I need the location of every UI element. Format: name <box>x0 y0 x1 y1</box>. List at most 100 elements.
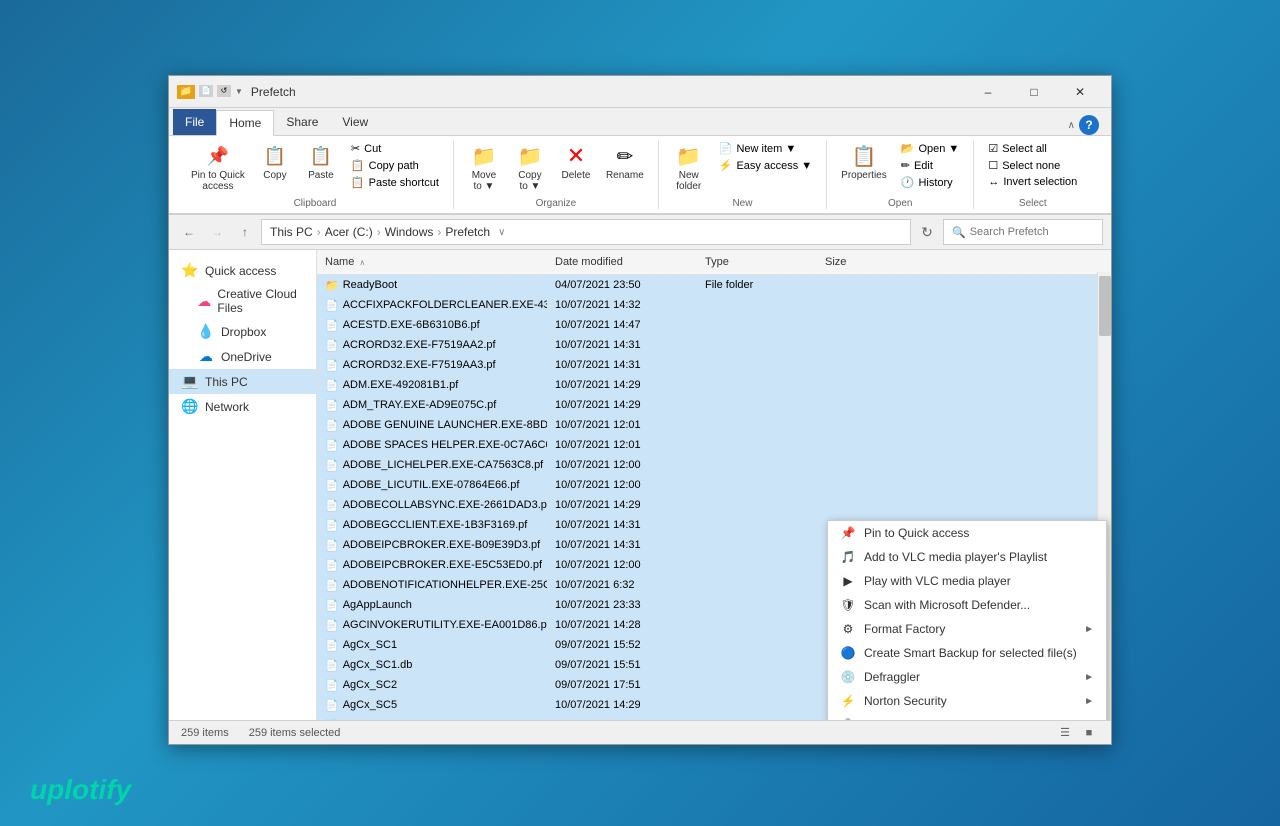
table-row[interactable]: 📄ADOBE_LICUTIL.EXE-07864E66.pf 10/07/202… <box>317 475 1111 495</box>
table-row[interactable]: 📄ADOBE SPACES HELPER.EXE-0C7A6C02.pf 10/… <box>317 435 1111 455</box>
select-none-button[interactable]: ☐ Select none <box>982 157 1083 174</box>
copy-path-button[interactable]: 📋 Copy path <box>345 157 445 174</box>
file-type-16 <box>697 604 817 606</box>
file-type-readyboot: File folder <box>697 278 817 292</box>
file-icon: 📄 <box>325 679 339 692</box>
table-row[interactable]: 📄ACRORD32.EXE-F7519AA2.pf 10/07/2021 14:… <box>317 335 1111 355</box>
ctx-smart-backup[interactable]: 🔵 Create Smart Backup for selected file(… <box>828 641 1106 665</box>
organize-items: 📁 Moveto ▼ 📁 Copyto ▼ ✕ Delete ✏ Rename <box>462 140 650 196</box>
tab-file[interactable]: File <box>173 109 216 135</box>
ctx-pin-label: Pin to Quick access <box>864 526 1094 540</box>
breadcrumb-bar[interactable]: This PC › Acer (C:) › Windows › Prefetch… <box>261 219 911 245</box>
new-item-button[interactable]: 📄 New item ▼ <box>713 140 818 157</box>
ctx-unlocker[interactable]: 🔓 Unlocker <box>828 713 1106 720</box>
ctx-play-vlc[interactable]: ▶ Play with VLC media player <box>828 569 1106 593</box>
help-button[interactable]: ? <box>1079 115 1099 135</box>
rename-button[interactable]: ✏ Rename <box>600 140 650 185</box>
table-row[interactable]: 📁ReadyBoot 04/07/2021 23:50 File folder <box>317 275 1111 295</box>
table-row[interactable]: 📄ADOBECOLLABSYNC.EXE-2661DAD3.pf 10/07/2… <box>317 495 1111 515</box>
new-folder-button[interactable]: 📁 Newfolder <box>667 140 711 196</box>
table-row[interactable]: 📄ADOBE_LICHELPER.EXE-CA7563C8.pf 10/07/2… <box>317 455 1111 475</box>
copy-button[interactable]: 📋 Copy <box>253 140 297 185</box>
history-button[interactable]: 🕐 History <box>895 174 966 191</box>
breadcrumb-this-pc[interactable]: This PC <box>270 225 313 239</box>
paste-label: Paste <box>308 170 334 181</box>
ctx-pin-quick-access[interactable]: 📌 Pin to Quick access <box>828 521 1106 545</box>
easy-access-button[interactable]: ⚡ Easy access ▼ <box>713 157 818 174</box>
properties-button[interactable]: 📋 Properties <box>835 140 893 185</box>
select-all-button[interactable]: ☑ Select all <box>982 140 1083 157</box>
ctx-scan-defender[interactable]: 🛡 Scan with Microsoft Defender... <box>828 593 1106 617</box>
select-items: ☑ Select all ☐ Select none ↔ Invert sele… <box>982 140 1083 196</box>
table-row[interactable]: 📄ACESTD.EXE-6B6310B6.pf 10/07/2021 14:47 <box>317 315 1111 335</box>
file-name-3: 📄ACRORD32.EXE-F7519AA2.pf <box>317 338 547 353</box>
sidebar-label-quick-access: Quick access <box>205 264 276 278</box>
select-label: Select <box>1019 198 1047 209</box>
sidebar-item-onedrive[interactable]: ☁ OneDrive <box>169 344 316 369</box>
paste-icon: 📋 <box>310 144 332 168</box>
sidebar-item-this-pc[interactable]: 💻 This PC <box>169 369 316 394</box>
up-button[interactable]: ↑ <box>233 220 257 244</box>
scrollbar-thumb[interactable] <box>1099 276 1111 336</box>
file-name-7: 📄ADOBE GENUINE LAUNCHER.EXE-8BD95... <box>317 418 547 433</box>
minimize-button[interactable]: – <box>965 76 1011 108</box>
edit-button[interactable]: ✏ Edit <box>895 157 966 174</box>
file-icon: 📄 <box>325 719 339 721</box>
open-button[interactable]: 📂 Open ▼ <box>895 140 966 157</box>
col-header-type[interactable]: Type <box>697 254 817 270</box>
table-row[interactable]: 📄ACRORD32.EXE-F7519AA3.pf 10/07/2021 14:… <box>317 355 1111 375</box>
sidebar-item-quick-access[interactable]: ⭐ Quick access <box>169 258 316 283</box>
ctx-format-factory[interactable]: ⚙ Format Factory ► <box>828 617 1106 641</box>
file-type-18 <box>697 644 817 646</box>
copy-to-button[interactable]: 📁 Copyto ▼ <box>508 140 552 196</box>
table-row[interactable]: 📄ADOBE GENUINE LAUNCHER.EXE-8BD95... 10/… <box>317 415 1111 435</box>
sidebar-item-dropbox[interactable]: 💧 Dropbox <box>169 319 316 344</box>
tab-home[interactable]: Home <box>216 110 274 136</box>
maximize-button[interactable]: □ <box>1011 76 1057 108</box>
refresh-button[interactable]: ↻ <box>915 220 939 244</box>
collapse-ribbon-btn[interactable]: ∧ <box>1068 120 1075 131</box>
breadcrumb-windows[interactable]: Windows <box>385 225 434 239</box>
file-date-20: 09/07/2021 17:51 <box>547 678 697 692</box>
tab-share[interactable]: Share <box>274 109 330 135</box>
close-button[interactable]: ✕ <box>1057 76 1103 108</box>
copy-path-icon: 📋 <box>351 159 365 172</box>
col-header-name[interactable]: Name ∧ <box>317 254 547 270</box>
pin-to-quick-access-button[interactable]: 📌 Pin to Quickaccess <box>185 140 251 196</box>
ctx-norton[interactable]: ⚡ Norton Security ► <box>828 689 1106 713</box>
file-type-8 <box>697 444 817 446</box>
forward-button[interactable]: → <box>205 220 229 244</box>
table-row[interactable]: 📄ADM_TRAY.EXE-AD9E075C.pf 10/07/2021 14:… <box>317 395 1111 415</box>
file-date-10: 10/07/2021 12:00 <box>547 478 697 492</box>
delete-button[interactable]: ✕ Delete <box>554 140 598 185</box>
cut-button[interactable]: ✂ Cut <box>345 140 445 157</box>
ctx-factory-icon: ⚙ <box>840 622 856 636</box>
breadcrumb-acer[interactable]: Acer (C:) <box>325 225 373 239</box>
details-view-button[interactable]: ☰ <box>1055 723 1075 743</box>
invert-selection-button[interactable]: ↔ Invert selection <box>982 174 1083 190</box>
table-row[interactable]: 📄ADM.EXE-492081B1.pf 10/07/2021 14:29 <box>317 375 1111 395</box>
breadcrumb-prefetch[interactable]: Prefetch <box>445 225 490 239</box>
file-type-3 <box>697 344 817 346</box>
ctx-add-vlc[interactable]: 🎵 Add to VLC media player's Playlist <box>828 545 1106 569</box>
search-box[interactable]: 🔍 <box>943 219 1103 245</box>
search-input[interactable] <box>970 226 1094 238</box>
file-date-15: 10/07/2021 6:32 <box>547 578 697 592</box>
paste-shortcut-button[interactable]: 📋 Paste shortcut <box>345 174 445 191</box>
tab-view[interactable]: View <box>330 109 380 135</box>
ctx-defraggler[interactable]: 💿 Defraggler ► <box>828 665 1106 689</box>
back-button[interactable]: ← <box>177 220 201 244</box>
file-name-10: 📄ADOBE_LICUTIL.EXE-07864E66.pf <box>317 478 547 493</box>
ctx-defrag-icon: 💿 <box>840 670 856 684</box>
sidebar-item-network[interactable]: 🌐 Network <box>169 394 316 419</box>
paste-button[interactable]: 📋 Paste <box>299 140 343 185</box>
table-row[interactable]: 📄ACCFIXPACKFOLDERCLEANER.EXE-4343... 10/… <box>317 295 1111 315</box>
sidebar-item-creative-cloud[interactable]: ☁ Creative Cloud Files <box>169 283 316 319</box>
large-icon-view-button[interactable]: ■ <box>1079 723 1099 743</box>
status-bar: 259 items 259 items selected ☰ ■ <box>169 720 1111 744</box>
sidebar: ⭐ Quick access ☁ Creative Cloud Files 💧 … <box>169 250 317 720</box>
file-date-21: 10/07/2021 14:29 <box>547 698 697 712</box>
col-header-size[interactable]: Size <box>817 254 897 270</box>
col-header-date[interactable]: Date modified <box>547 254 697 270</box>
move-to-button[interactable]: 📁 Moveto ▼ <box>462 140 506 196</box>
